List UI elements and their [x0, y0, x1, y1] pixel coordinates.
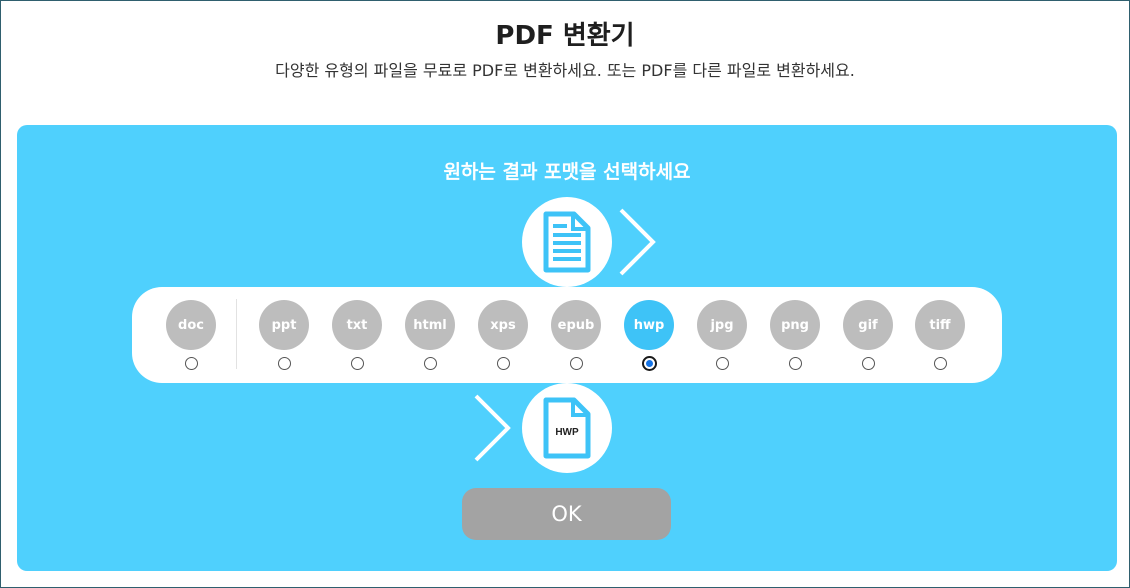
format-badge[interactable]: png: [770, 300, 820, 350]
format-option-epub[interactable]: epub: [551, 300, 601, 372]
format-radio[interactable]: [716, 357, 729, 370]
document-lines-icon: [543, 211, 591, 273]
format-badge[interactable]: doc: [166, 300, 216, 350]
format-option-jpg[interactable]: jpg: [697, 300, 747, 372]
format-badge[interactable]: tiff: [915, 300, 965, 350]
format-badge[interactable]: jpg: [697, 300, 747, 350]
format-badge[interactable]: html: [405, 300, 455, 350]
format-radio[interactable]: [789, 357, 802, 370]
page-title: PDF 변환기: [495, 21, 635, 51]
format-badge[interactable]: hwp: [624, 300, 674, 350]
format-badge[interactable]: xps: [478, 300, 528, 350]
format-radio-selected[interactable]: [642, 356, 657, 371]
format-divider: [236, 299, 237, 369]
target-file-circle: HWP: [522, 383, 612, 473]
page-header: PDF 변환기 다양한 유형의 파일을 무료로 PDF로 변환하세요. 또는 P…: [1, 1, 1129, 119]
format-radio[interactable]: [278, 357, 291, 370]
format-radio[interactable]: [862, 357, 875, 370]
format-radio[interactable]: [424, 357, 437, 370]
format-badge[interactable]: gif: [843, 300, 893, 350]
ok-button[interactable]: OK: [462, 488, 671, 540]
format-radio[interactable]: [351, 357, 364, 370]
target-file-graphic: HWP: [542, 397, 592, 459]
format-badge[interactable]: ppt: [259, 300, 309, 350]
format-badge[interactable]: txt: [332, 300, 382, 350]
source-file-circle: [522, 197, 612, 287]
format-option-gif[interactable]: gif: [843, 300, 893, 372]
conversion-panel: 원하는 결과 포맷을 선택하세요 doc ppt txt html xps ep…: [17, 125, 1117, 571]
chevron-right-icon: [474, 394, 511, 462]
format-prompt: 원하는 결과 포맷을 선택하세요: [443, 161, 691, 183]
target-format-label: HWP: [555, 427, 579, 438]
format-option-hwp[interactable]: hwp: [624, 300, 674, 372]
format-badge[interactable]: epub: [551, 300, 601, 350]
format-radio[interactable]: [185, 357, 198, 370]
format-option-png[interactable]: png: [770, 300, 820, 372]
format-option-doc[interactable]: doc: [166, 300, 216, 372]
page-subtitle: 다양한 유형의 파일을 무료로 PDF로 변환하세요. 또는 PDF를 다른 파…: [275, 61, 855, 80]
format-radio[interactable]: [934, 357, 947, 370]
format-option-xps[interactable]: xps: [478, 300, 528, 372]
format-option-txt[interactable]: txt: [332, 300, 382, 372]
chevron-right-icon: [619, 208, 656, 276]
format-option-html[interactable]: html: [405, 300, 455, 372]
format-selector: doc ppt txt html xps epub hwp jpg png gi…: [132, 287, 1002, 383]
format-radio[interactable]: [570, 357, 583, 370]
format-radio[interactable]: [497, 357, 510, 370]
format-option-ppt[interactable]: ppt: [259, 300, 309, 372]
format-option-tiff[interactable]: tiff: [915, 300, 965, 372]
